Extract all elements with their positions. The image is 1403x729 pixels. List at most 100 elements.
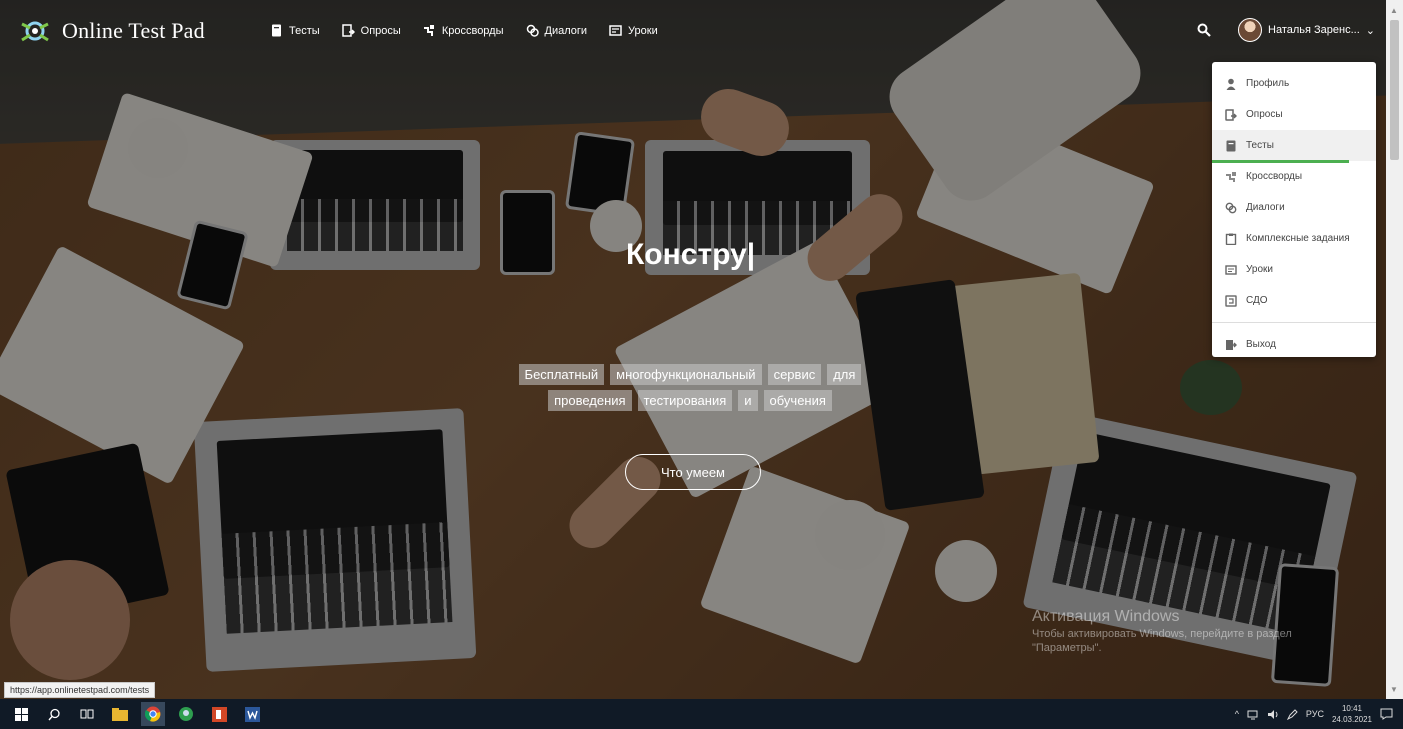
word-icon xyxy=(244,706,260,722)
tagline-word: обучения xyxy=(763,390,832,411)
dropdown-item-polls[interactable]: Опросы xyxy=(1212,99,1376,130)
dropdown-item-label: Опросы xyxy=(1246,109,1283,120)
start-button[interactable] xyxy=(9,702,33,726)
task-icon xyxy=(1225,233,1237,245)
nav-item-polls[interactable]: Опросы xyxy=(341,24,401,37)
dropdown-item-label: СДО xyxy=(1246,295,1268,306)
scroll-up-icon[interactable]: ▲ xyxy=(1390,6,1398,15)
user-menu-toggle[interactable]: Наталья Заренс... ⌄ xyxy=(1238,18,1375,42)
top-navbar: Online Test Pad Тесты Опросы Кроссворды … xyxy=(0,10,1386,56)
search-button[interactable] xyxy=(1197,23,1215,41)
tagline-word: проведения xyxy=(548,390,632,411)
dropdown-item-label: Диалоги xyxy=(1246,202,1285,213)
search-icon xyxy=(47,708,60,720)
tagline-word: и xyxy=(738,390,758,411)
scroll-down-icon[interactable]: ▼ xyxy=(1390,685,1398,694)
logo-icon xyxy=(21,21,49,42)
test-icon xyxy=(272,24,281,37)
dialog-icon xyxy=(1225,202,1237,213)
search-icon xyxy=(1197,23,1211,37)
poll-icon xyxy=(341,24,355,37)
logo-text: Online Test Pad xyxy=(62,18,205,43)
clock-time: 10:41 xyxy=(1341,704,1362,713)
taskbar-app-explorer[interactable] xyxy=(108,702,132,726)
taskbar-app-powerpoint[interactable] xyxy=(207,702,231,726)
scrollbar[interactable]: ▲ ▼ xyxy=(1386,0,1403,699)
windows-taskbar: ^ РУС 10:41 24.03.2021 xyxy=(0,699,1403,729)
volume-icon[interactable] xyxy=(1267,709,1279,720)
clock-date: 24.03.2021 xyxy=(1331,715,1372,724)
watermark-subtitle: Чтобы активировать Windows, перейдите в … xyxy=(1032,628,1292,654)
dropdown-item-profile[interactable]: Профиль xyxy=(1212,68,1376,99)
dropdown-item-dialogs[interactable]: Диалоги xyxy=(1212,192,1376,223)
notifications-icon[interactable] xyxy=(1380,708,1393,720)
status-bar-url: https://app.onlinetestpad.com/tests xyxy=(4,682,156,698)
screen: Online Test Pad Тесты Опросы Кроссворды … xyxy=(0,0,1403,729)
taskbar-app-maps[interactable] xyxy=(174,702,198,726)
nav-item-label: Тесты xyxy=(289,24,320,37)
test-icon xyxy=(1226,140,1236,151)
nav-item-label: Кроссворды xyxy=(441,24,504,37)
hero-title: Констру| xyxy=(626,238,756,271)
tagline-word: для xyxy=(827,364,862,385)
tagline-word: сервис xyxy=(767,364,822,385)
dropdown-item-label: Комплексные задания xyxy=(1246,233,1350,244)
avatar xyxy=(1238,18,1262,42)
dropdown-item-label: Тесты xyxy=(1246,140,1274,151)
taskbar-search-button[interactable] xyxy=(42,702,66,726)
windows-icon xyxy=(14,707,28,721)
chrome-icon xyxy=(145,706,161,722)
lms-icon xyxy=(1225,294,1237,307)
logo[interactable]: Online Test Pad xyxy=(18,16,205,46)
tagline-word: Бесплатный xyxy=(518,364,605,385)
dropdown-item-complex-tasks[interactable]: Комплексные задания xyxy=(1212,223,1376,254)
task-view-button[interactable] xyxy=(75,702,99,726)
nav-item-dialogs[interactable]: Диалоги xyxy=(526,24,588,37)
dialog-icon xyxy=(526,24,539,37)
user-dropdown-menu: Профиль Опросы Тесты Кроссворды Диалоги … xyxy=(1212,62,1376,357)
chevron-down-icon: ⌄ xyxy=(1365,24,1375,37)
powerpoint-icon xyxy=(211,706,227,722)
nav-item-crosswords[interactable]: Кроссворды xyxy=(423,24,504,37)
dropdown-item-tests[interactable]: Тесты xyxy=(1212,130,1376,163)
scroll-thumb[interactable] xyxy=(1390,20,1399,160)
taskbar-app-word[interactable] xyxy=(240,702,264,726)
dropdown-item-crosswords[interactable]: Кроссворды xyxy=(1212,161,1376,192)
cta-button[interactable]: Что умеем xyxy=(625,454,761,490)
dropdown-divider xyxy=(1212,322,1376,323)
lesson-icon xyxy=(609,25,622,36)
nav-item-lessons[interactable]: Уроки xyxy=(609,24,658,37)
crossword-icon xyxy=(1226,171,1236,182)
language-indicator[interactable]: РУС xyxy=(1306,709,1324,719)
watermark-title: Активация Windows xyxy=(1032,608,1180,625)
dropdown-item-lms[interactable]: СДО xyxy=(1212,285,1376,316)
dropdown-item-label: Профиль xyxy=(1246,78,1290,89)
tagline-word: многофункциональный xyxy=(610,364,762,385)
folder-icon xyxy=(112,707,128,721)
network-icon[interactable] xyxy=(1247,709,1259,720)
main-nav: Тесты Опросы Кроссворды Диалоги Уроки xyxy=(270,24,658,37)
tagline-word: тестирования xyxy=(637,390,733,411)
hero-tagline: Бесплатный многофункциональный сервис дл… xyxy=(500,364,880,411)
dropdown-item-label: Выход xyxy=(1246,339,1276,350)
map-app-icon xyxy=(179,707,193,721)
pen-icon[interactable] xyxy=(1286,708,1298,720)
dropdown-item-lessons[interactable]: Уроки xyxy=(1212,254,1376,285)
profile-icon xyxy=(1226,78,1236,90)
nav-item-label: Опросы xyxy=(360,24,401,37)
taskbar-app-chrome[interactable] xyxy=(141,702,165,726)
nav-item-label: Диалоги xyxy=(544,24,588,37)
clock[interactable]: 10:41 24.03.2021 xyxy=(1332,703,1372,725)
nav-item-tests[interactable]: Тесты xyxy=(270,24,320,37)
photo-dim-overlay xyxy=(0,0,1386,699)
logout-icon xyxy=(1226,339,1237,350)
dropdown-item-label: Уроки xyxy=(1246,264,1273,275)
user-name: Наталья Заренс... xyxy=(1268,24,1360,36)
chevron-up-icon[interactable]: ^ xyxy=(1235,709,1239,719)
poll-icon xyxy=(1225,108,1237,121)
crossword-icon xyxy=(423,25,434,36)
dropdown-item-logout[interactable]: Выход xyxy=(1212,329,1376,360)
windows-activation-watermark: Активация Windows Чтобы активировать Win… xyxy=(1032,608,1352,655)
task-view-icon xyxy=(80,709,94,719)
hero-background xyxy=(0,0,1386,699)
